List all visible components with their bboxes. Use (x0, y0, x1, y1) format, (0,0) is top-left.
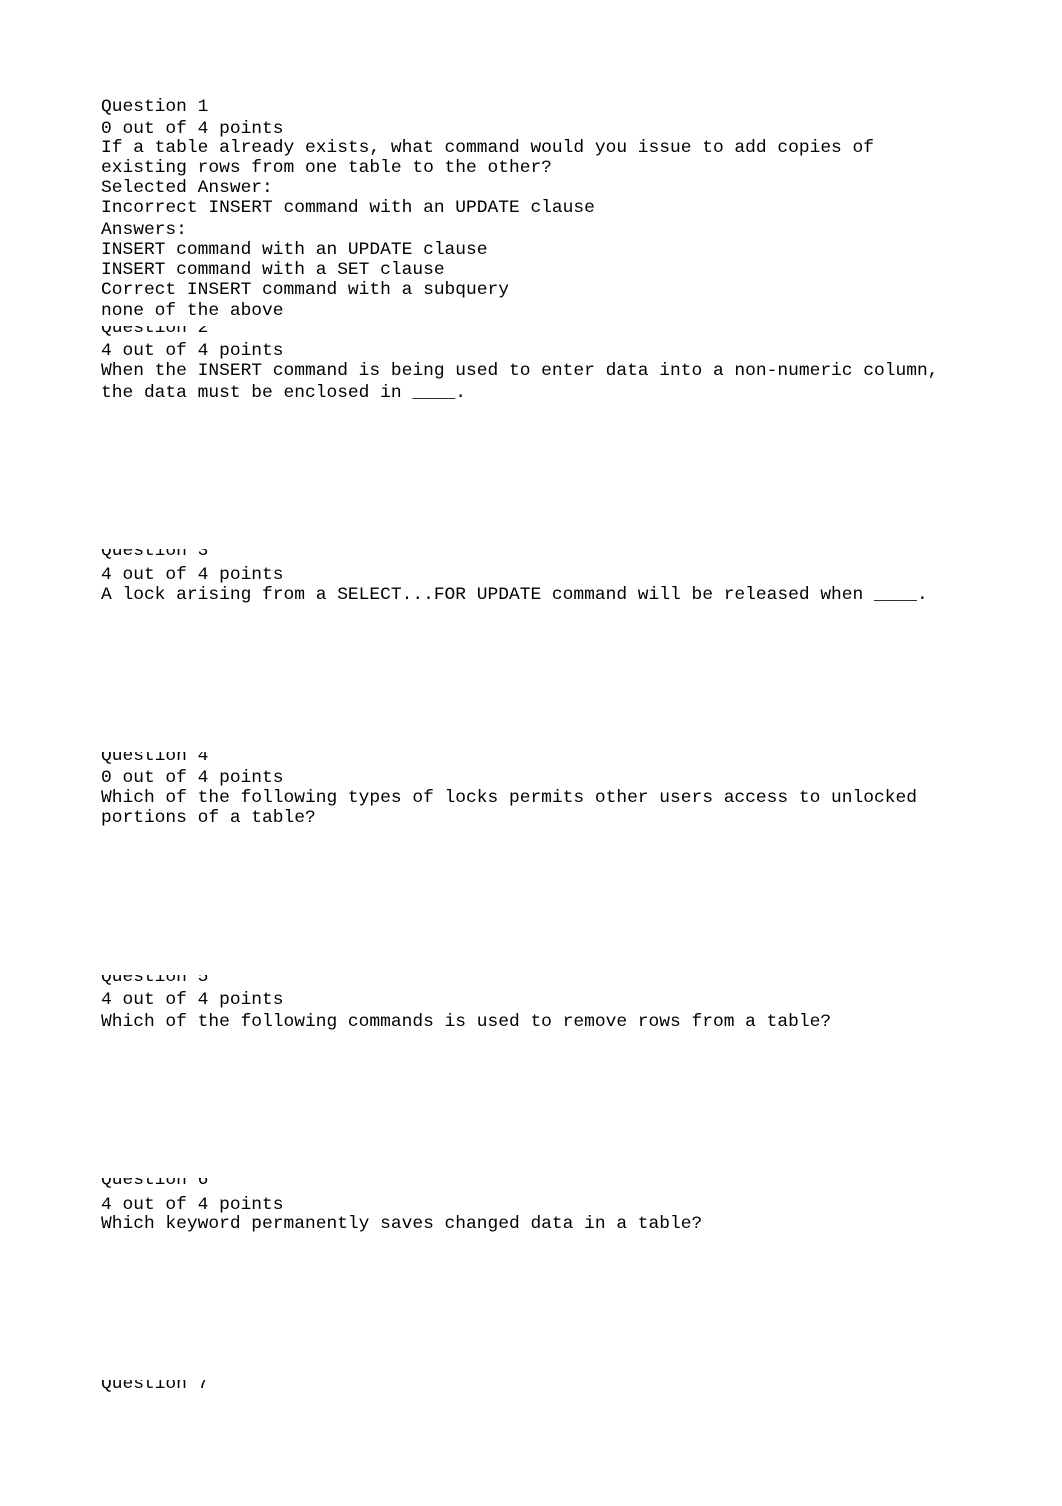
question-score: 4 out of 4 points (101, 990, 284, 1010)
question-score: 4 out of 4 points (101, 565, 284, 585)
question-prompt-line: If a table already exists, what command … (101, 138, 875, 158)
question-prompt-line: Which of the following types of locks pe… (101, 788, 917, 808)
question-score: 0 out of 4 points (101, 768, 284, 788)
question-heading-clipped: Question 2 (101, 326, 301, 338)
selected-answer-label: Selected Answer: (101, 178, 273, 198)
answer-option: none of the above (101, 301, 284, 321)
document-page: Question 1 0 out of 4 points If a table … (0, 0, 1062, 1506)
question-prompt-line: Which keyword permanently saves changed … (101, 1214, 703, 1234)
question-heading: Question 3 (101, 549, 209, 561)
question-score: 4 out of 4 points (101, 341, 284, 361)
question-heading: Question 2 (101, 326, 209, 338)
question-heading: Question 4 (101, 752, 209, 766)
question-heading-clipped: Question 5 (101, 975, 301, 987)
question-score: 4 out of 4 points (101, 1195, 284, 1215)
answer-option: INSERT command with a SET clause (101, 260, 445, 280)
answer-option: Correct INSERT command with a subquery (101, 280, 509, 300)
question-score: 0 out of 4 points (101, 119, 284, 139)
question-heading: Question 7 (101, 1380, 209, 1394)
question-prompt-line: Which of the following commands is used … (101, 1012, 832, 1032)
question-heading-clipped: Question 4 (101, 752, 301, 766)
question-heading: Question 1 (101, 97, 209, 117)
question-heading-clipped: Question 3 (101, 549, 301, 561)
answers-label: Answers: (101, 220, 187, 240)
question-prompt-line: A lock arising from a SELECT...FOR UPDAT… (101, 585, 928, 605)
question-prompt-line: portions of a table? (101, 808, 316, 828)
question-prompt-line: the data must be enclosed in ____. (101, 383, 467, 403)
question-heading: Question 5 (101, 975, 209, 987)
question-prompt-line: When the INSERT command is being used to… (101, 361, 939, 381)
question-heading: Question 6 (101, 1178, 209, 1190)
selected-answer: Incorrect INSERT command with an UPDATE … (101, 198, 595, 218)
answer-option: INSERT command with an UPDATE clause (101, 240, 488, 260)
question-prompt-line: existing rows from one table to the othe… (101, 158, 552, 178)
question-heading-clipped: Question 6 (101, 1178, 301, 1190)
question-heading-clipped: Question 7 (101, 1380, 301, 1394)
